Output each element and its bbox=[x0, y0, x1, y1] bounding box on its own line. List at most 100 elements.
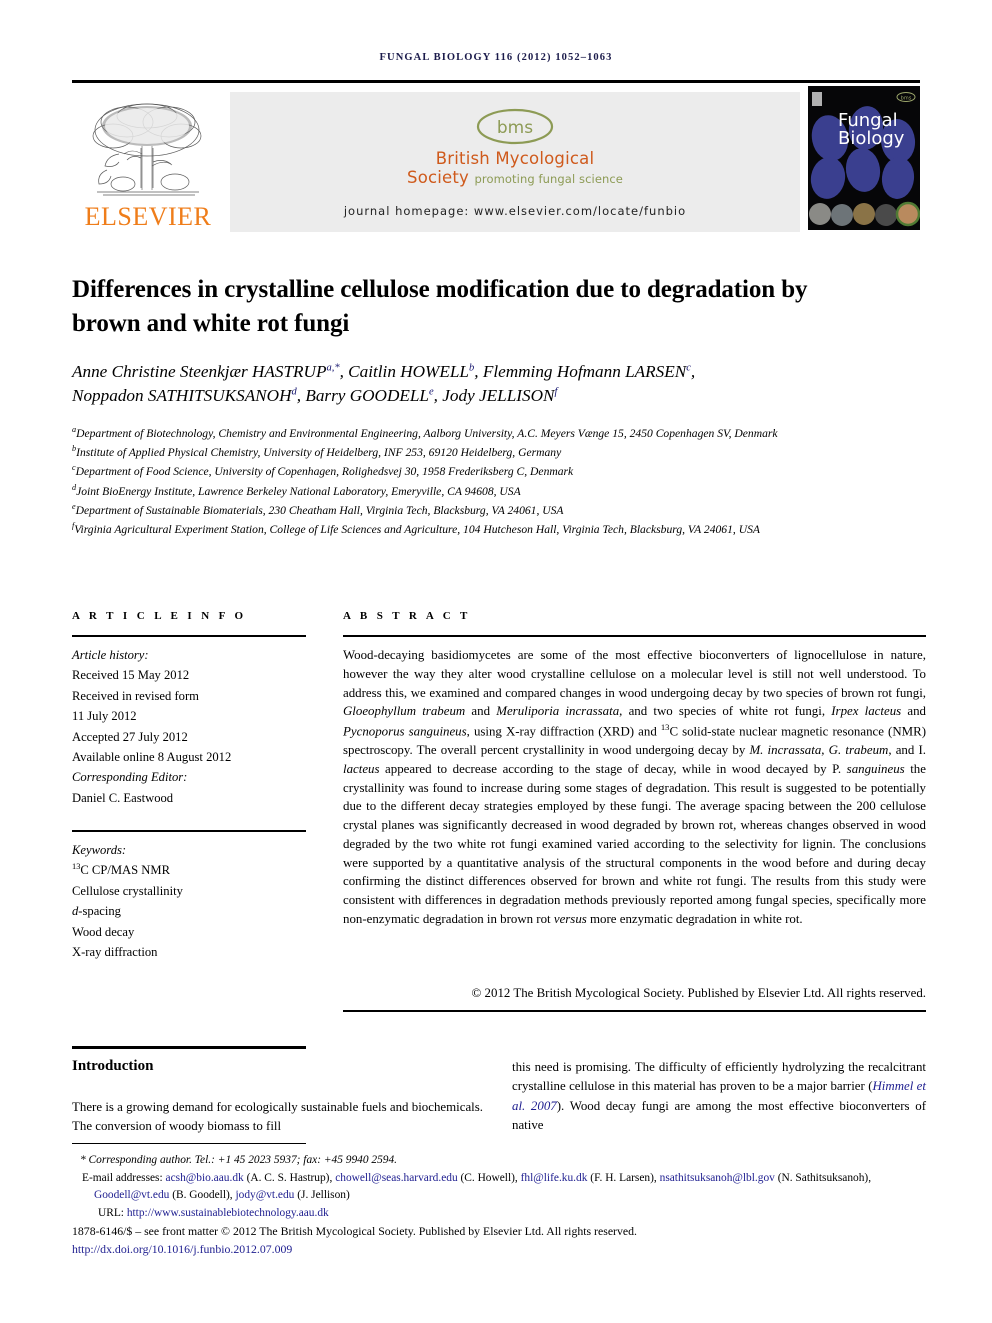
article-info-rule bbox=[72, 635, 306, 638]
url-label: URL: bbox=[98, 1207, 124, 1220]
corresponding-author-note: * Corresponding author. Tel.: +1 45 2023… bbox=[80, 1154, 398, 1166]
abstract-bottom-rule bbox=[343, 1010, 926, 1013]
species-name: Meruliporia incrassata bbox=[496, 704, 620, 719]
abstract-seg: Wood-decaying basidiomycetes are some of… bbox=[343, 648, 926, 700]
abstract-seg: , using X-ray diffraction (XRD) and bbox=[466, 724, 661, 739]
corresponding-editor-name: Daniel C. Eastwood bbox=[72, 790, 174, 805]
keyword-item: Cellulose crystallinity bbox=[72, 883, 183, 898]
species-name: sanguineus bbox=[846, 761, 905, 776]
species-name: G. trabeum bbox=[828, 743, 889, 758]
elsevier-logo-block: ELSEVIER bbox=[72, 86, 224, 234]
author-name: Caitlin HOWELL bbox=[348, 362, 469, 381]
revised-label: Received in revised form bbox=[72, 688, 199, 703]
abstract-seg: and bbox=[901, 704, 926, 719]
latin-term: versus bbox=[553, 912, 587, 927]
email-person: (A. C. S. Hastrup) bbox=[246, 1171, 330, 1184]
abstract-rule bbox=[343, 635, 926, 638]
journal-article-page: FUNGAL BIOLOGY 116 (2012) 1052–1063 ELSE… bbox=[0, 0, 992, 1323]
elsevier-tree-icon bbox=[92, 103, 202, 196]
species-name: Irpex lacteus bbox=[831, 704, 902, 719]
bms-oval-icon: bms bbox=[476, 108, 554, 145]
email-person: (C. Howell) bbox=[460, 1171, 515, 1184]
affiliation-text: Department of Food Science, University o… bbox=[75, 465, 574, 479]
affiliation-text: Institute of Applied Physical Chemistry,… bbox=[76, 446, 562, 460]
abstract-seg: the crystallinity was found to increase … bbox=[343, 761, 926, 927]
article-info-column: Article history: Received 15 May 2012 Re… bbox=[72, 645, 308, 808]
email-addresses-line: E-mail addresses: acsh@bio.aau.dk (A. C.… bbox=[82, 1171, 872, 1202]
author-name: Noppadon SATHITSUKSANOH bbox=[72, 386, 292, 406]
author-affiliation-mark: c bbox=[686, 362, 691, 374]
author-name: Barry GOODELL bbox=[305, 386, 429, 406]
elsevier-wordmark: ELSEVIER bbox=[84, 202, 212, 231]
email-person: (J. Jellison) bbox=[297, 1189, 350, 1202]
affiliation-text: Virginia Agricultural Experiment Station… bbox=[74, 522, 760, 536]
affiliation-item: eDepartment of Sustainable Biomaterials,… bbox=[72, 501, 902, 520]
publisher-footer: 1878-6146/$ – see front matter © 2012 Th… bbox=[72, 1222, 932, 1259]
email-link[interactable]: acsh@bio.aau.dk bbox=[166, 1172, 244, 1184]
keyword-item: 13C CP/MAS NMR bbox=[72, 862, 170, 878]
species-name: Gloeophyllum trabeum bbox=[343, 704, 466, 719]
email-link[interactable]: jody@vt.edu bbox=[235, 1189, 294, 1201]
footnote-block: * Corresponding author. Tel.: +1 45 2023… bbox=[72, 1152, 927, 1223]
affiliation-text: Joint BioEnergy Institute, Lawrence Berk… bbox=[76, 484, 521, 498]
author-name: Flemming Hofmann LARSEN bbox=[482, 362, 687, 381]
email-person: (B. Goodell) bbox=[172, 1189, 230, 1202]
abstract-seg: appeared to decrease according to the st… bbox=[379, 761, 847, 776]
top-rule bbox=[72, 80, 920, 83]
article-info-heading: A R T I C L E I N F O bbox=[72, 610, 247, 622]
running-head: FUNGAL BIOLOGY 116 (2012) 1052–1063 bbox=[379, 52, 613, 63]
abstract-heading: A B S T R A C T bbox=[343, 610, 471, 622]
species-name: lacteus bbox=[343, 761, 380, 776]
bms-tagline: promoting fungal science bbox=[474, 171, 623, 186]
affiliation-item: dJoint BioEnergy Institute, Lawrence Ber… bbox=[72, 482, 902, 501]
author-url-link[interactable]: http://www.sustainablebiotechnology.aau.… bbox=[127, 1207, 329, 1219]
affiliation-item: bInstitute of Applied Physical Chemistry… bbox=[72, 443, 902, 462]
keyword-item: X-ray diffraction bbox=[72, 945, 158, 960]
fungal-biology-cover-art: bms Fungal Biology bbox=[808, 86, 920, 230]
accepted-date: Accepted 27 July 2012 bbox=[72, 729, 188, 744]
body-right-column: this need is promising. The difficulty o… bbox=[512, 1058, 926, 1135]
email-link[interactable]: nsathitsuksanoh@lbl.gov bbox=[660, 1172, 775, 1184]
journal-banner: bms British Mycological Society promotin… bbox=[230, 92, 800, 232]
email-link[interactable]: fhl@life.ku.dk bbox=[521, 1172, 588, 1184]
author-affiliation-mark: b bbox=[468, 362, 475, 374]
body-left-column: There is a growing demand for ecological… bbox=[72, 1100, 483, 1134]
abstract-seg: more enzymatic degradation in white rot. bbox=[586, 912, 803, 927]
affiliation-item: cDepartment of Food Science, University … bbox=[72, 462, 902, 481]
intro-rule bbox=[72, 1046, 306, 1049]
article-history-label: Article history: bbox=[72, 648, 149, 662]
abstract-seg: and bbox=[465, 704, 497, 719]
species-name: M. incrassata bbox=[749, 743, 822, 758]
body-seg: ). Wood decay fungi are among the most e… bbox=[512, 1098, 926, 1133]
keywords-label: Keywords: bbox=[72, 843, 127, 857]
svg-text:Biology: Biology bbox=[838, 128, 905, 149]
issn-front-matter: 1878-6146/$ – see front matter © 2012 Th… bbox=[72, 1224, 637, 1238]
author-affiliation-mark: d bbox=[291, 386, 297, 398]
bms-logo: bms British Mycological Society promotin… bbox=[407, 108, 623, 187]
affiliation-text: Department of Biotechnology, Chemistry a… bbox=[76, 426, 778, 440]
url-line: URL: http://www.sustainablebiotechnology… bbox=[72, 1205, 927, 1223]
email-link[interactable]: chowell@seas.harvard.edu bbox=[335, 1172, 457, 1184]
author-name: Jody JELLISON bbox=[442, 386, 555, 406]
author-list: Anne Christine Steenkjær HASTRUPa,*, Cai… bbox=[72, 362, 696, 406]
email-person: (F. H. Larsen) bbox=[590, 1171, 654, 1184]
affiliation-list: aDepartment of Biotechnology, Chemistry … bbox=[72, 424, 902, 539]
footnote-rule bbox=[72, 1143, 306, 1145]
keyword-item: Wood decay bbox=[72, 924, 135, 939]
doi-link[interactable]: http://dx.doi.org/10.1016/j.funbio.2012.… bbox=[72, 1240, 932, 1258]
introduction-heading: Introduction bbox=[72, 1058, 154, 1074]
author-affiliation-mark: e bbox=[429, 386, 434, 398]
page-title: Differences in crystalline cellulose mod… bbox=[72, 275, 808, 337]
abstract-text: Wood-decaying basidiomycetes are some of… bbox=[343, 646, 926, 929]
author-affiliation-mark: f bbox=[554, 386, 558, 398]
author-affiliation-mark: a,* bbox=[326, 362, 340, 374]
email-link[interactable]: Goodell@vt.edu bbox=[94, 1189, 169, 1201]
journal-homepage-link[interactable]: journal homepage: www.elsevier.com/locat… bbox=[344, 204, 686, 218]
affiliation-item: fVirginia Agricultural Experiment Statio… bbox=[72, 520, 902, 539]
bms-name-line1: British Mycological bbox=[435, 149, 595, 169]
received-date: Received 15 May 2012 bbox=[72, 668, 190, 683]
email-label: E-mail addresses: bbox=[82, 1171, 163, 1184]
affiliation-text: Department of Sustainable Biomaterials, … bbox=[75, 503, 564, 517]
abstract-seg: , bbox=[821, 743, 829, 758]
species-name: Pycnoporus sanguineus bbox=[343, 724, 467, 739]
